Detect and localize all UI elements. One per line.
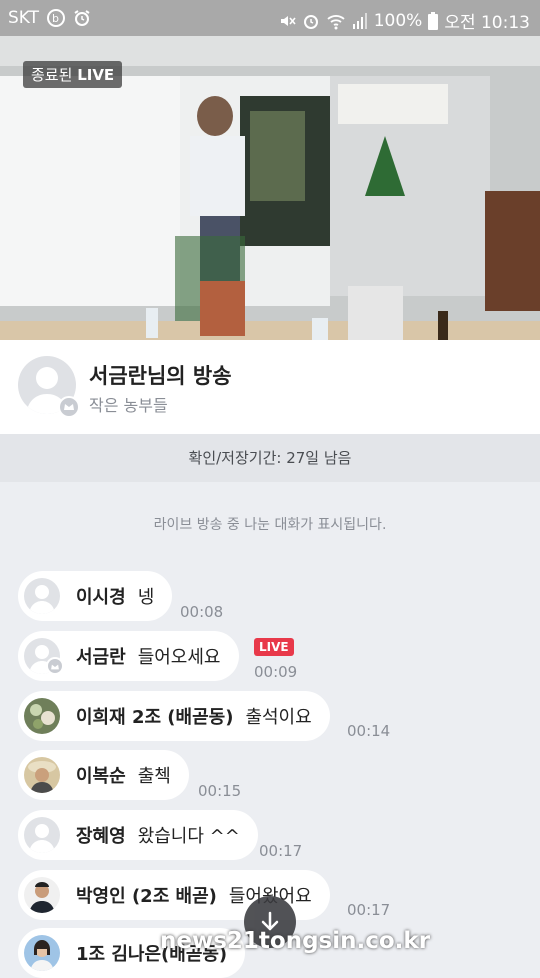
signal-icon <box>352 12 367 29</box>
message-time: 00:15 <box>198 782 242 800</box>
message-time: 00:14 <box>347 722 391 740</box>
message-text: 출첵 <box>137 766 171 787</box>
default-avatar-icon <box>29 824 55 853</box>
person-photo-avatar <box>29 882 55 913</box>
app-b-icon: b <box>47 9 66 27</box>
message-bubble: 이희재 2조 (배곧동) 출석이요 <box>18 691 330 741</box>
message-time: 00:08 <box>180 603 224 621</box>
chat-message: 이희재 2조 (배곧동) 출석이요 <box>18 691 330 741</box>
crown-icon <box>46 657 64 675</box>
message-text: 넹 <box>137 587 155 608</box>
message-bubble: 이시경 넹 <box>18 571 173 621</box>
status-bar: SKT b 100% 오전 10:13 <box>0 0 540 36</box>
chat-message: 이시경 넹 <box>18 571 173 621</box>
chat-info-text: 라이브 방송 중 나눈 대화가 표시됩니다. <box>153 517 387 533</box>
live-badge: LIVE <box>254 638 294 656</box>
avatar[interactable] <box>24 817 60 853</box>
avatar[interactable] <box>24 935 60 971</box>
svg-text:b: b <box>52 12 59 25</box>
person-photo-avatar <box>30 940 54 971</box>
avatar[interactable] <box>24 578 60 614</box>
avatar[interactable] <box>24 877 60 913</box>
user-name[interactable]: 이시경 <box>76 583 126 609</box>
user-name[interactable]: 박영인 (2조 배곧) <box>76 882 217 908</box>
user-name[interactable]: 이복순 <box>76 762 126 788</box>
alarm-icon <box>303 14 318 29</box>
message-text: 들어오세요 <box>137 647 221 668</box>
video-player[interactable]: 종료된 LIVE <box>0 36 540 340</box>
plant-photo-avatar <box>30 704 55 729</box>
person-photo-avatar <box>28 761 56 793</box>
message-bubble: 장혜영 왔습니다 ^^ <box>18 810 258 860</box>
live-label: LIVE <box>77 66 115 84</box>
mute-icon <box>280 15 296 26</box>
message-time: 00:09 <box>254 663 298 681</box>
chat-message: 장혜영 왔습니다 ^^ <box>18 810 258 860</box>
battery-label: 100% <box>373 10 423 31</box>
user-name[interactable]: 장혜영 <box>76 822 126 848</box>
broadcaster-profile[interactable]: 서금란님의 방송 작은 농부들 <box>0 340 540 434</box>
battery-icon <box>428 11 439 30</box>
storage-period-notice: 확인/저장기간: 27일 남음 <box>0 434 540 482</box>
watermark-text: news21tongsin.co.kr <box>160 928 431 954</box>
avatar[interactable] <box>24 698 60 734</box>
avatar[interactable] <box>24 757 60 793</box>
default-avatar-icon <box>29 585 55 614</box>
carrier-label: SKT <box>8 8 40 28</box>
message-text: 출석이요 <box>245 707 312 728</box>
crown-icon <box>58 396 80 418</box>
channel-name[interactable]: 작은 농부들 <box>89 392 168 416</box>
broadcast-title: 서금란님의 방송 <box>89 364 232 388</box>
wifi-icon <box>327 14 345 29</box>
user-name[interactable]: 서금란 <box>76 643 126 669</box>
message-time: 00:17 <box>347 901 391 919</box>
user-name[interactable]: 이희재 2조 (배곧동) <box>76 703 233 729</box>
ended-label: 종료된 <box>31 66 73 84</box>
alarm-icon <box>74 10 90 26</box>
ended-live-badge: 종료된 LIVE <box>23 61 123 88</box>
message-time: 00:17 <box>259 842 303 860</box>
message-text: 왔습니다 ^^ <box>137 826 240 847</box>
message-bubble: 이복순 출첵 <box>18 750 189 800</box>
clock-label: 오전 10:13 <box>444 13 530 33</box>
chat-message: 이복순 출첵 <box>18 750 189 800</box>
